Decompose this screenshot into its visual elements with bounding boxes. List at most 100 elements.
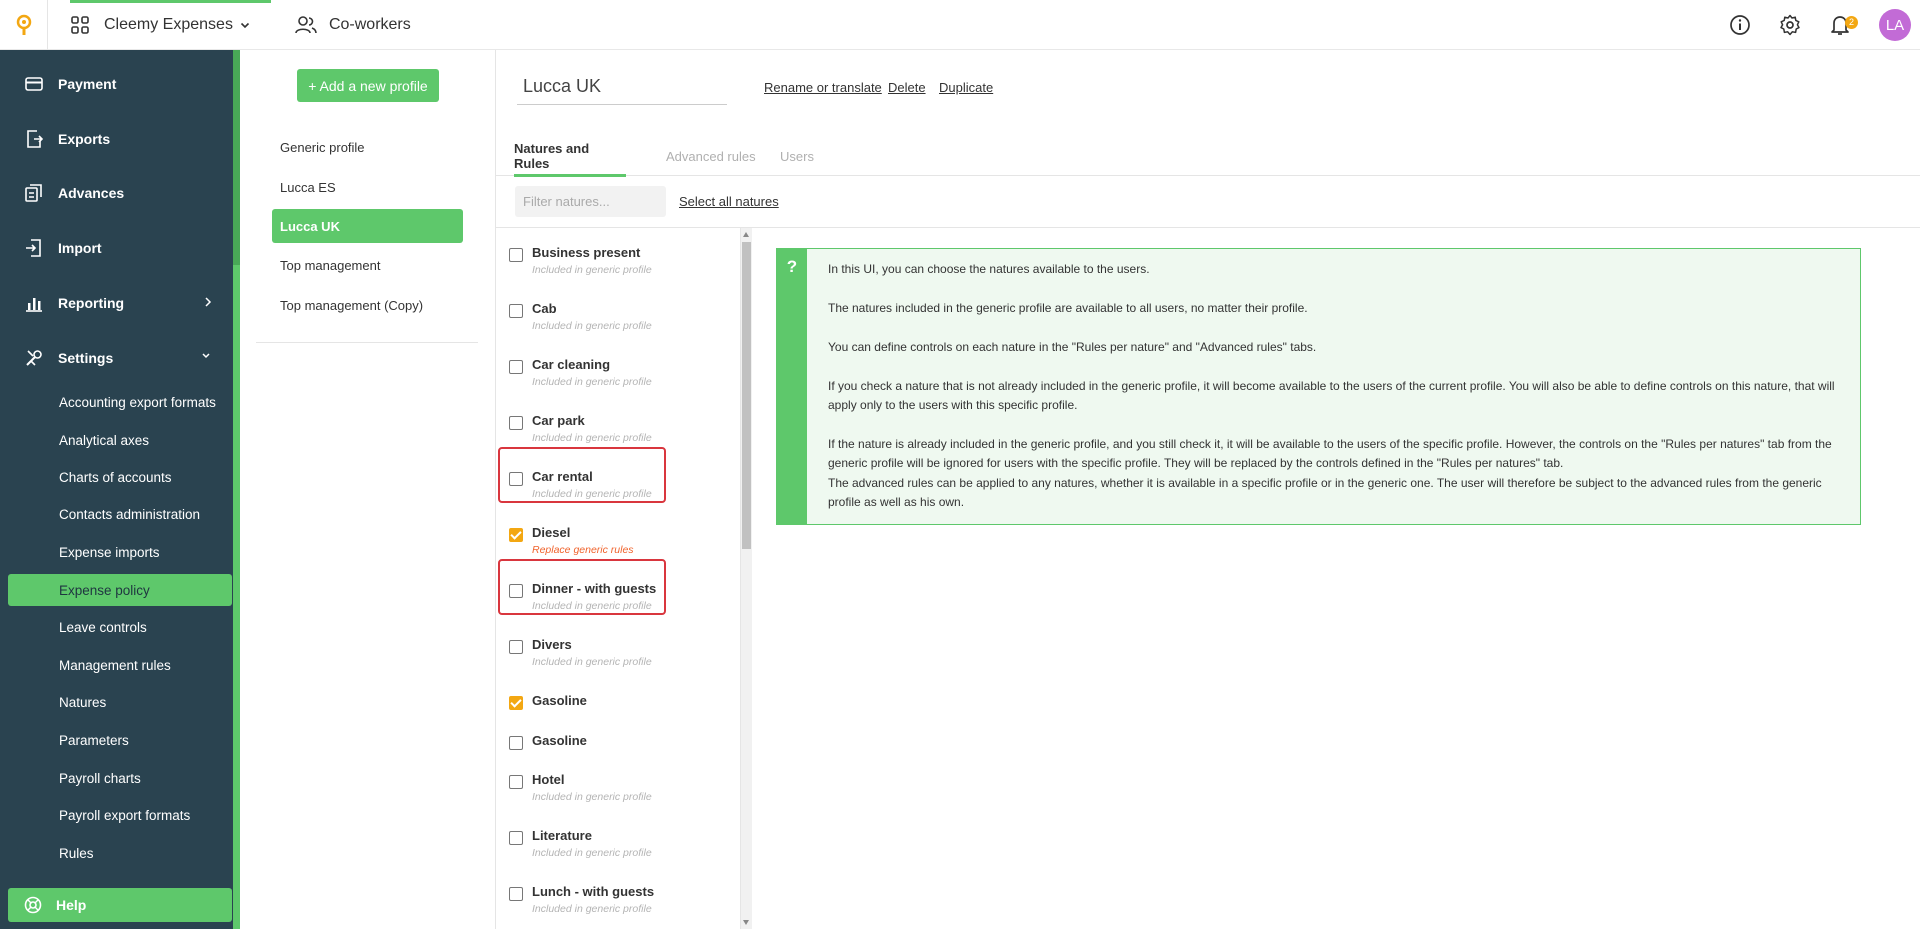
settings-item-charts-of-accounts[interactable]: Charts of accounts [8,461,232,493]
bell-icon[interactable]: 2 [1829,14,1858,36]
profile-name-field[interactable]: Lucca UK [517,73,727,105]
question-icon: ? [777,249,807,524]
nature-label: Gasoline [532,693,587,708]
nature-label: Diesel [532,525,571,540]
advance-icon [24,183,44,203]
card-icon [24,74,44,94]
profile-item-top-management[interactable]: Top management [272,248,463,282]
tab-users[interactable]: Users [780,136,814,176]
chevron-down-icon [240,22,250,28]
nature-status: Replace generic rules [532,544,634,556]
nature-status: Included in generic profile [532,432,652,444]
natures-scrollbar-thumb[interactable] [742,242,751,549]
nature-label: Car rental [532,469,593,484]
coworkers-link[interactable]: Co-workers [295,15,411,35]
app-switcher[interactable]: Cleemy Expenses [48,0,271,50]
nature-checkbox[interactable] [509,528,523,542]
help-button[interactable]: Help [8,888,232,922]
settings-item-accounting-export-formats[interactable]: Accounting export formats [8,386,232,418]
info-paragraph: In this UI, you can choose the natures a… [828,262,1150,276]
settings-item-payroll-export-formats[interactable]: Payroll export formats [8,799,232,831]
nature-checkbox[interactable] [509,584,523,598]
main-content: Lucca UK Rename or translate Delete Dupl… [496,50,1920,929]
rename-link[interactable]: Rename or translate [764,80,882,95]
top-bar: Cleemy Expenses Co-workers 2 LA [0,0,1920,50]
tab-advanced-rules[interactable]: Advanced rules [666,136,756,176]
nature-checkbox[interactable] [509,472,523,486]
nature-label: Car cleaning [532,357,611,372]
sidebar: Payment Exports Advances Import Reportin… [0,50,240,929]
settings-item-contacts-administration[interactable]: Contacts administration [8,498,232,530]
sidebar-item-label: Reporting [58,295,125,311]
settings-item-natures[interactable]: Natures [8,686,232,718]
sidebar-item-exports[interactable]: Exports [0,122,233,156]
profile-item-top-management-copy[interactable]: Top management (Copy) [272,288,463,322]
nature-status: Included in generic profile [532,847,652,859]
chevron-down-icon [202,353,210,359]
tools-icon [24,348,44,368]
nature-checkbox[interactable] [509,304,523,318]
scroll-up-arrow-icon[interactable] [743,232,749,237]
nature-status: Included in generic profile [532,791,652,803]
profile-item-lucca-es[interactable]: Lucca ES [272,170,463,204]
duplicate-link[interactable]: Duplicate [939,80,993,95]
add-profile-button[interactable]: + Add a new profile [297,69,439,102]
nature-label: Lunch - with guests [532,884,655,899]
top-right-actions: 2 LA [1729,0,1920,50]
settings-item-analytical-axes[interactable]: Analytical axes [8,424,232,456]
nature-label: Divers [532,637,572,652]
chart-icon [24,293,44,313]
nature-checkbox[interactable] [509,887,523,901]
info-icon[interactable] [1729,14,1751,36]
sidebar-item-payment[interactable]: Payment [0,67,233,101]
settings-item-rules[interactable]: Rules [8,837,232,869]
tab-natures-and-rules[interactable]: Natures and Rules [514,136,626,177]
tabs-bar: Natures and Rules Advanced rules Users [496,136,1920,177]
sidebar-item-label: Import [58,240,102,256]
nature-label: Hotel [532,772,565,787]
sidebar-item-advances[interactable]: Advances [0,176,233,210]
filter-natures-input[interactable] [515,186,666,217]
lucca-logo[interactable] [0,0,48,50]
sidebar-scrollbar-thumb[interactable] [233,50,240,265]
settings-item-payroll-charts[interactable]: Payroll charts [8,762,232,794]
scroll-down-arrow-icon[interactable] [743,920,749,925]
nature-status: Included in generic profile [532,656,652,668]
coworkers-label: Co-workers [328,15,411,33]
sidebar-item-label: Exports [58,131,111,147]
sidebar-item-import[interactable]: Import [0,231,233,265]
nature-checkbox[interactable] [509,640,523,654]
info-paragraph: The natures included in the generic prof… [828,301,1308,315]
settings-item-parameters[interactable]: Parameters [8,724,232,756]
settings-item-leave-controls[interactable]: Leave controls [8,611,232,643]
profile-item-lucca-uk[interactable]: Lucca UK [272,209,463,243]
nature-status: Included in generic profile [532,488,652,500]
settings-item-management-rules[interactable]: Management rules [8,649,232,681]
nature-checkbox[interactable] [509,360,523,374]
help-label: Help [56,897,87,913]
nature-checkbox[interactable] [509,416,523,430]
sidebar-item-reporting[interactable]: Reporting [0,286,233,320]
nature-checkbox[interactable] [509,831,523,845]
nature-status: Included in generic profile [532,376,652,388]
gear-icon[interactable] [1779,14,1801,36]
sidebar-item-settings[interactable]: Settings [0,341,233,375]
info-paragraph: If the nature is already included in the… [828,437,1832,470]
select-all-natures-link[interactable]: Select all natures [679,194,779,209]
nature-status: Included in generic profile [532,600,652,612]
nature-checkbox[interactable] [509,696,523,710]
natures-scrollbar[interactable] [741,228,752,929]
profile-item-generic[interactable]: Generic profile [272,130,463,164]
settings-item-expense-policy[interactable]: Expense policy [8,574,232,606]
nature-checkbox[interactable] [509,736,523,750]
nature-checkbox[interactable] [509,775,523,789]
settings-item-expense-imports[interactable]: Expense imports [8,536,232,568]
nature-status: Included in generic profile [532,264,652,276]
nature-label: Cab [532,301,557,316]
grid-apps-icon [71,15,89,34]
nature-checkbox[interactable] [509,248,523,262]
info-paragraph: If you check a nature that is not alread… [828,379,1835,412]
sidebar-item-label: Settings [58,350,114,366]
delete-link[interactable]: Delete [888,80,926,95]
avatar[interactable]: LA [1879,9,1911,41]
